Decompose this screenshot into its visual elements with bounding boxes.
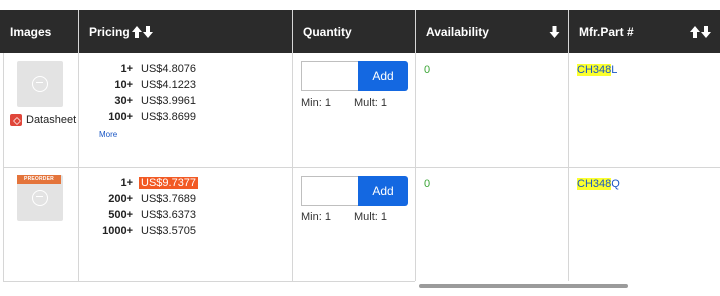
- product-placeholder-icon[interactable]: [17, 61, 63, 107]
- header-availability[interactable]: Availability: [416, 10, 568, 53]
- price-break-price: US$3.6373: [141, 209, 197, 221]
- price-break: 10+ US$4.1223: [79, 77, 198, 93]
- add-to-cart-button[interactable]: Add: [358, 61, 408, 91]
- mfr-part-match: CH348: [577, 64, 612, 76]
- row-divider: [3, 281, 415, 282]
- mfr-part-match: CH348: [577, 178, 612, 190]
- header-pricing-label: Pricing: [89, 24, 130, 39]
- price-break: 200+ US$3.7689: [79, 191, 198, 207]
- column-divider: [78, 10, 79, 281]
- price-break: 1+ US$9.7377: [79, 175, 199, 191]
- price-break-price: US$3.9961: [141, 95, 197, 107]
- header-images-label: Images: [10, 24, 52, 39]
- column-divider: [415, 10, 416, 281]
- preorder-badge: PREORDER: [17, 175, 61, 184]
- column-divider: [292, 10, 293, 281]
- price-break-price: US$3.8699: [141, 111, 197, 123]
- header-quantity-label: Quantity: [303, 24, 352, 39]
- header-quantity: Quantity: [293, 10, 415, 53]
- column-divider: [568, 10, 569, 281]
- min-quantity: Min: 1: [301, 211, 331, 223]
- price-break: 30+ US$3.9961: [79, 93, 198, 109]
- sort-up-down-icon[interactable]: [690, 25, 712, 39]
- price-break-qty: 30+: [114, 95, 133, 107]
- price-break: 1000+ US$3.5705: [79, 223, 198, 239]
- more-prices-link[interactable]: More: [99, 130, 117, 139]
- mult-quantity: Mult: 1: [354, 97, 388, 109]
- header-mfr-part-label: Mfr.Part #: [579, 24, 634, 39]
- availability-count: 0: [424, 64, 431, 76]
- mfr-part-suffix: L: [611, 64, 618, 76]
- price-break-qty: 200+: [108, 193, 133, 205]
- sort-up-down-icon[interactable]: [131, 25, 154, 39]
- price-break-price: US$3.5705: [141, 225, 197, 237]
- mfr-part-link[interactable]: CH348L: [577, 64, 617, 76]
- price-break-price: US$4.8076: [141, 63, 197, 75]
- quantity-input[interactable]: [301, 176, 359, 206]
- price-break: 100+ US$3.8699: [79, 109, 198, 125]
- header-images: Images: [0, 10, 78, 53]
- availability-count: 0: [424, 178, 431, 190]
- price-break-qty: 1+: [120, 63, 133, 75]
- price-break: 500+ US$3.6373: [79, 207, 198, 223]
- add-to-cart-button[interactable]: Add: [358, 176, 408, 206]
- mfr-part-link[interactable]: CH348Q: [577, 178, 620, 190]
- price-break-qty: 100+: [108, 111, 133, 123]
- header-mfr-part[interactable]: Mfr.Part #: [569, 10, 720, 53]
- price-break-qty: 10+: [114, 79, 133, 91]
- header-pricing[interactable]: Pricing: [79, 10, 292, 53]
- datasheet-link[interactable]: Datasheet: [10, 114, 76, 126]
- price-break: 1+ US$4.8076: [79, 61, 198, 77]
- quantity-input[interactable]: [301, 61, 359, 91]
- price-break-qty: 1000+: [102, 225, 133, 237]
- mult-quantity: Mult: 1: [354, 211, 388, 223]
- price-break-price: US$9.7377: [139, 177, 199, 189]
- price-break-price: US$3.7689: [141, 193, 197, 205]
- min-quantity: Min: 1: [301, 97, 331, 109]
- product-placeholder-icon[interactable]: PREORDER: [17, 175, 63, 221]
- header-availability-label: Availability: [426, 24, 489, 39]
- mfr-part-suffix: Q: [611, 178, 620, 190]
- horizontal-scrollbar[interactable]: [419, 284, 628, 288]
- price-break-qty: 500+: [108, 209, 133, 221]
- price-break-price: US$4.1223: [141, 79, 197, 91]
- sort-down-icon[interactable]: [549, 25, 560, 39]
- price-break-qty: 1+: [120, 177, 133, 189]
- pdf-icon: [10, 114, 22, 126]
- row-divider: [3, 167, 720, 168]
- datasheet-label: Datasheet: [26, 114, 77, 126]
